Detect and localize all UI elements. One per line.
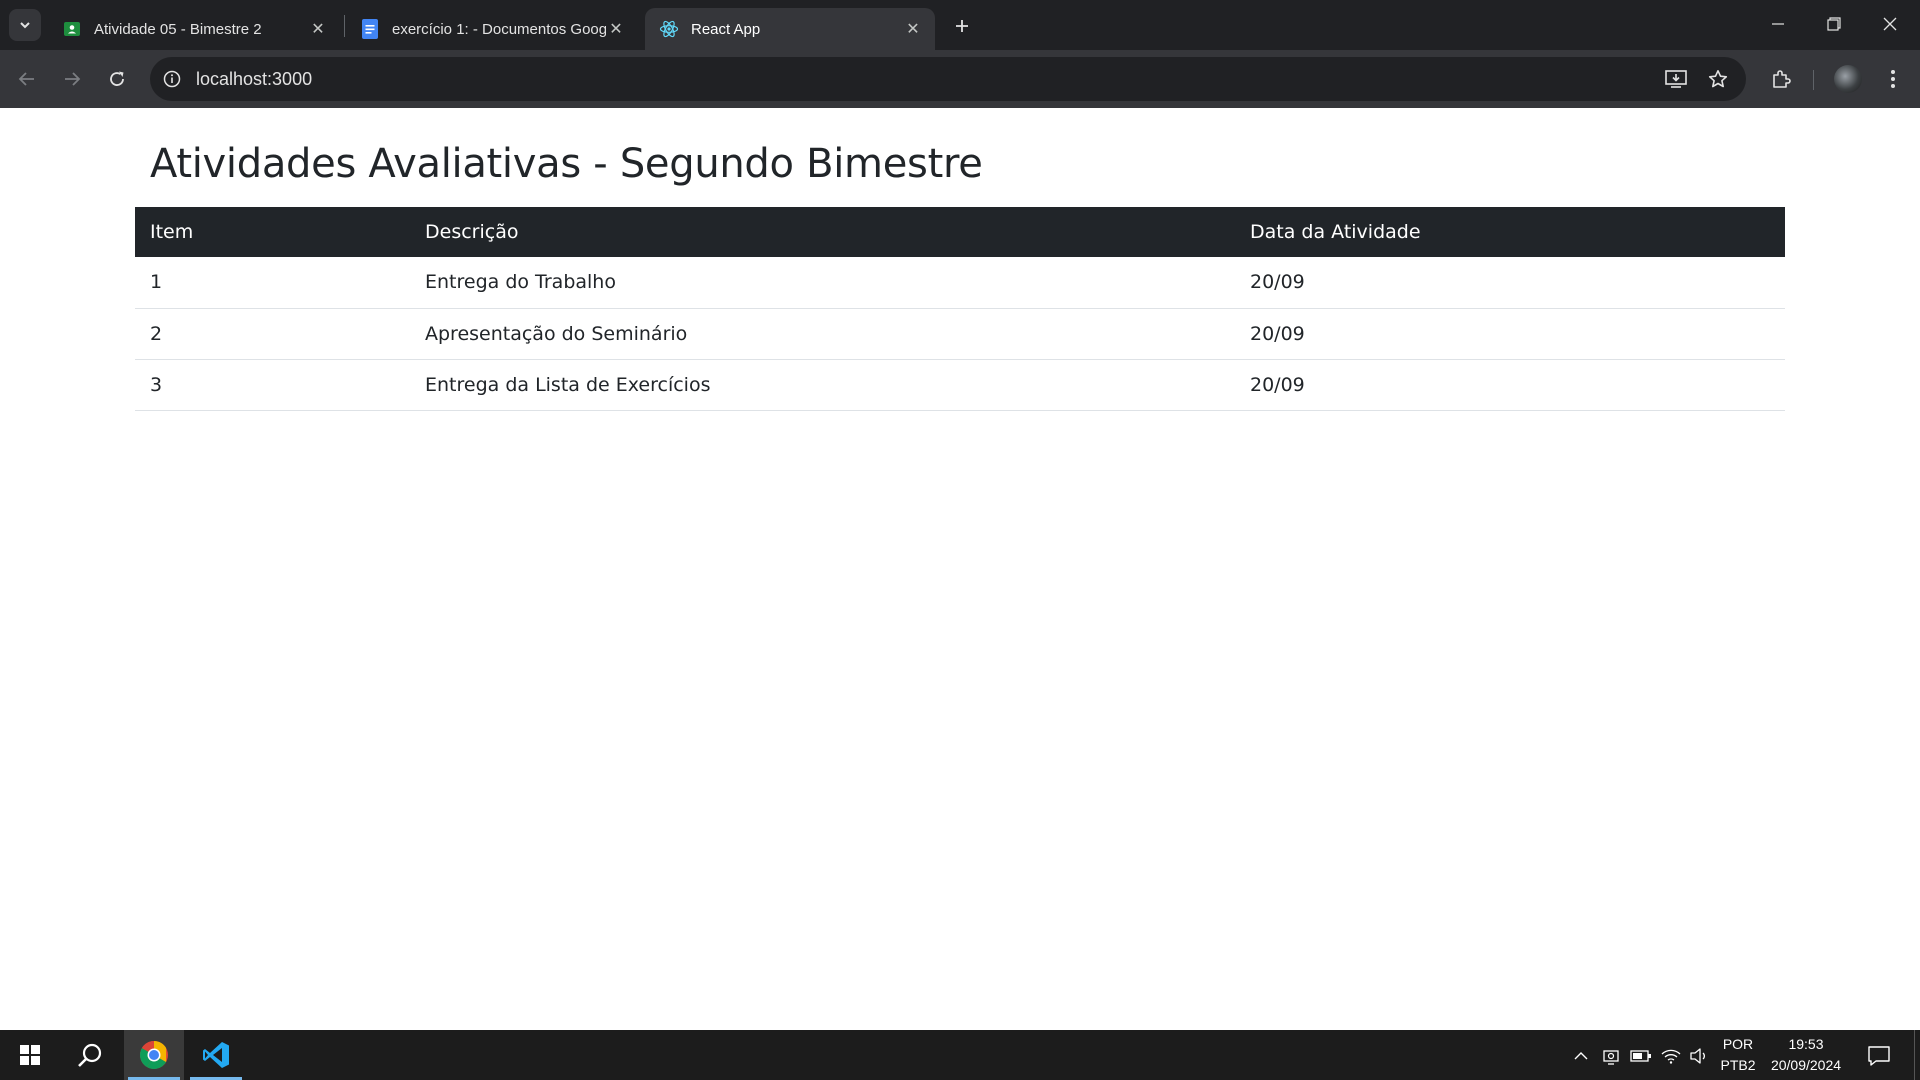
close-icon[interactable]: ✕ [606, 19, 626, 39]
arrow-right-icon [65, 72, 81, 86]
cell-description: Apresentação do Seminário [410, 308, 1235, 360]
minimize-icon [1772, 23, 1784, 25]
taskbar-chrome[interactable] [124, 1030, 184, 1080]
language-code: POR [1722, 1036, 1754, 1052]
battery-icon[interactable] [1630, 1045, 1652, 1067]
arrow-left-icon [18, 72, 34, 86]
clock-time: 19:53 [1788, 1036, 1824, 1052]
clock-date: 20/09/2024 [1770, 1057, 1842, 1073]
install-app-icon[interactable] [1664, 67, 1688, 91]
cell-date: 20/09 [1235, 359, 1785, 411]
windows-icon [20, 1045, 40, 1065]
tab-react-app[interactable]: React App ✕ [645, 8, 935, 50]
cell-date: 20/09 [1235, 308, 1785, 360]
bookmark-star-icon[interactable] [1706, 67, 1730, 91]
cell-item: 3 [135, 359, 410, 411]
keyboard-layout: PTB2 [1720, 1057, 1756, 1073]
cell-description: Entrega do Trabalho [410, 257, 1235, 309]
restore-icon [1827, 17, 1841, 31]
notifications-button[interactable] [1862, 1042, 1896, 1070]
restore-button[interactable] [1806, 0, 1862, 48]
window-close-button[interactable] [1862, 0, 1918, 48]
cell-item: 2 [135, 308, 410, 360]
chevron-up-icon[interactable] [1570, 1045, 1592, 1067]
browser-titlebar: Atividade 05 - Bimestre 2 ✕ exercício 1:… [0, 0, 1920, 50]
taskbar: POR PTB2 19:53 20/09/2024 [0, 1030, 1920, 1080]
new-tab-button[interactable] [948, 12, 976, 40]
info-icon[interactable] [160, 67, 184, 91]
show-desktop-button[interactable] [1914, 1030, 1915, 1080]
cell-item: 1 [135, 257, 410, 309]
chrome-icon [140, 1041, 168, 1069]
tab-search-button[interactable] [9, 9, 41, 41]
extensions-icon[interactable] [1764, 62, 1798, 96]
activities-table: Item Descrição Data da Atividade 1 Entre… [135, 207, 1785, 411]
column-header-item: Item [135, 207, 410, 257]
reload-button[interactable] [100, 62, 134, 96]
cell-description: Entrega da Lista de Exercícios [410, 359, 1235, 411]
minimize-button[interactable] [1750, 0, 1806, 48]
tab-title: React App [691, 20, 761, 38]
column-header-description: Descrição [410, 207, 1235, 257]
volume-icon[interactable] [1688, 1045, 1710, 1067]
tab-title: Atividade 05 - Bimestre 2 [94, 20, 262, 38]
google-classroom-icon [62, 19, 82, 39]
notification-icon [1868, 1046, 1890, 1066]
toolbar-separator [1813, 70, 1814, 90]
wifi-icon[interactable] [1660, 1045, 1682, 1067]
page-content: Atividades Avaliativas - Segundo Bimestr… [0, 108, 1920, 1030]
google-docs-icon [360, 19, 380, 39]
search-icon [78, 1043, 102, 1067]
table-row: 2 Apresentação do Seminário 20/09 [135, 308, 1785, 360]
close-icon[interactable]: ✕ [903, 19, 923, 39]
taskbar-vscode[interactable] [186, 1030, 246, 1080]
taskbar-search-button[interactable] [60, 1030, 120, 1080]
input-language[interactable]: POR PTB2 [1716, 1034, 1760, 1076]
plus-icon [956, 20, 968, 32]
table-row: 1 Entrega do Trabalho 20/09 [135, 257, 1785, 309]
tab-classroom[interactable]: Atividade 05 - Bimestre 2 ✕ [48, 8, 340, 50]
forward-button[interactable] [55, 62, 89, 96]
tab-google-docs[interactable]: exercício 1: - Documentos Google ✕ [346, 8, 638, 50]
table-body: 1 Entrega do Trabalho 20/09 2 Apresentaç… [135, 257, 1785, 411]
cell-date: 20/09 [1235, 257, 1785, 309]
reload-icon [110, 71, 124, 86]
profile-avatar[interactable] [1834, 65, 1862, 93]
chevron-down-icon [20, 22, 30, 29]
address-bar[interactable]: localhost:3000 [150, 57, 1746, 101]
close-icon[interactable]: ✕ [308, 19, 328, 39]
page-title: Atividades Avaliativas - Segundo Bimestr… [150, 141, 983, 187]
clock[interactable]: 19:53 20/09/2024 [1764, 1034, 1848, 1076]
tab-separator [344, 15, 345, 37]
start-button[interactable] [0, 1030, 60, 1080]
close-icon [1883, 17, 1897, 31]
react-icon [659, 19, 679, 39]
vscode-icon [203, 1042, 229, 1068]
url-text: localhost:3000 [196, 69, 313, 89]
back-button[interactable] [10, 62, 44, 96]
tab-title: exercício 1: - Documentos Google [392, 20, 606, 38]
browser-toolbar: localhost:3000 [0, 50, 1920, 108]
table-row: 3 Entrega da Lista de Exercícios 20/09 [135, 359, 1785, 411]
column-header-date: Data da Atividade [1235, 207, 1785, 257]
meet-now-icon[interactable] [1600, 1045, 1622, 1067]
table-header-row: Item Descrição Data da Atividade [135, 207, 1785, 257]
table-header: Item Descrição Data da Atividade [135, 207, 1785, 257]
menu-kebab-icon[interactable] [1876, 62, 1910, 96]
